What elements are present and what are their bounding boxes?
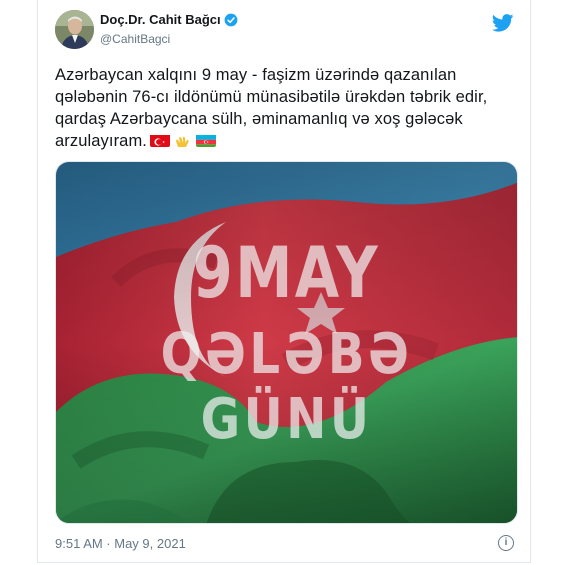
tweet-body: Azərbaycan xalqını 9 may - faşizm üzərin…	[55, 64, 517, 152]
verified-badge-icon	[224, 13, 238, 26]
author-handle[interactable]: @CahitBagci	[100, 32, 170, 46]
azerbaijan-flag-icon	[195, 133, 216, 147]
tweet-media-image[interactable]: 9MAY QƏLƏBƏ GÜNÜ	[55, 161, 518, 524]
media-subtitle: QƏLƏBƏ GÜNÜ	[160, 322, 413, 452]
display-name: Doç.Dr. Cahit Bağcı	[100, 12, 221, 27]
avatar[interactable]	[55, 10, 94, 49]
tweet-card: Doç.Dr. Cahit Bağcı @CahitBagci Azərbayc…	[37, 0, 531, 563]
clapping-hands-icon	[172, 133, 193, 147]
media-title: 9MAY	[192, 232, 381, 314]
tweet-text: Azərbaycan xalqını 9 may - faşizm üzərin…	[55, 66, 488, 150]
turkey-flag-icon	[149, 133, 170, 147]
tweet-timestamp[interactable]: 9:51 AM · May 9, 2021	[55, 536, 186, 551]
twitter-bird-icon[interactable]	[492, 14, 514, 32]
author-name[interactable]: Doç.Dr. Cahit Bağcı	[100, 12, 238, 27]
avatar-image	[55, 10, 94, 49]
info-icon[interactable]: i	[498, 535, 514, 551]
